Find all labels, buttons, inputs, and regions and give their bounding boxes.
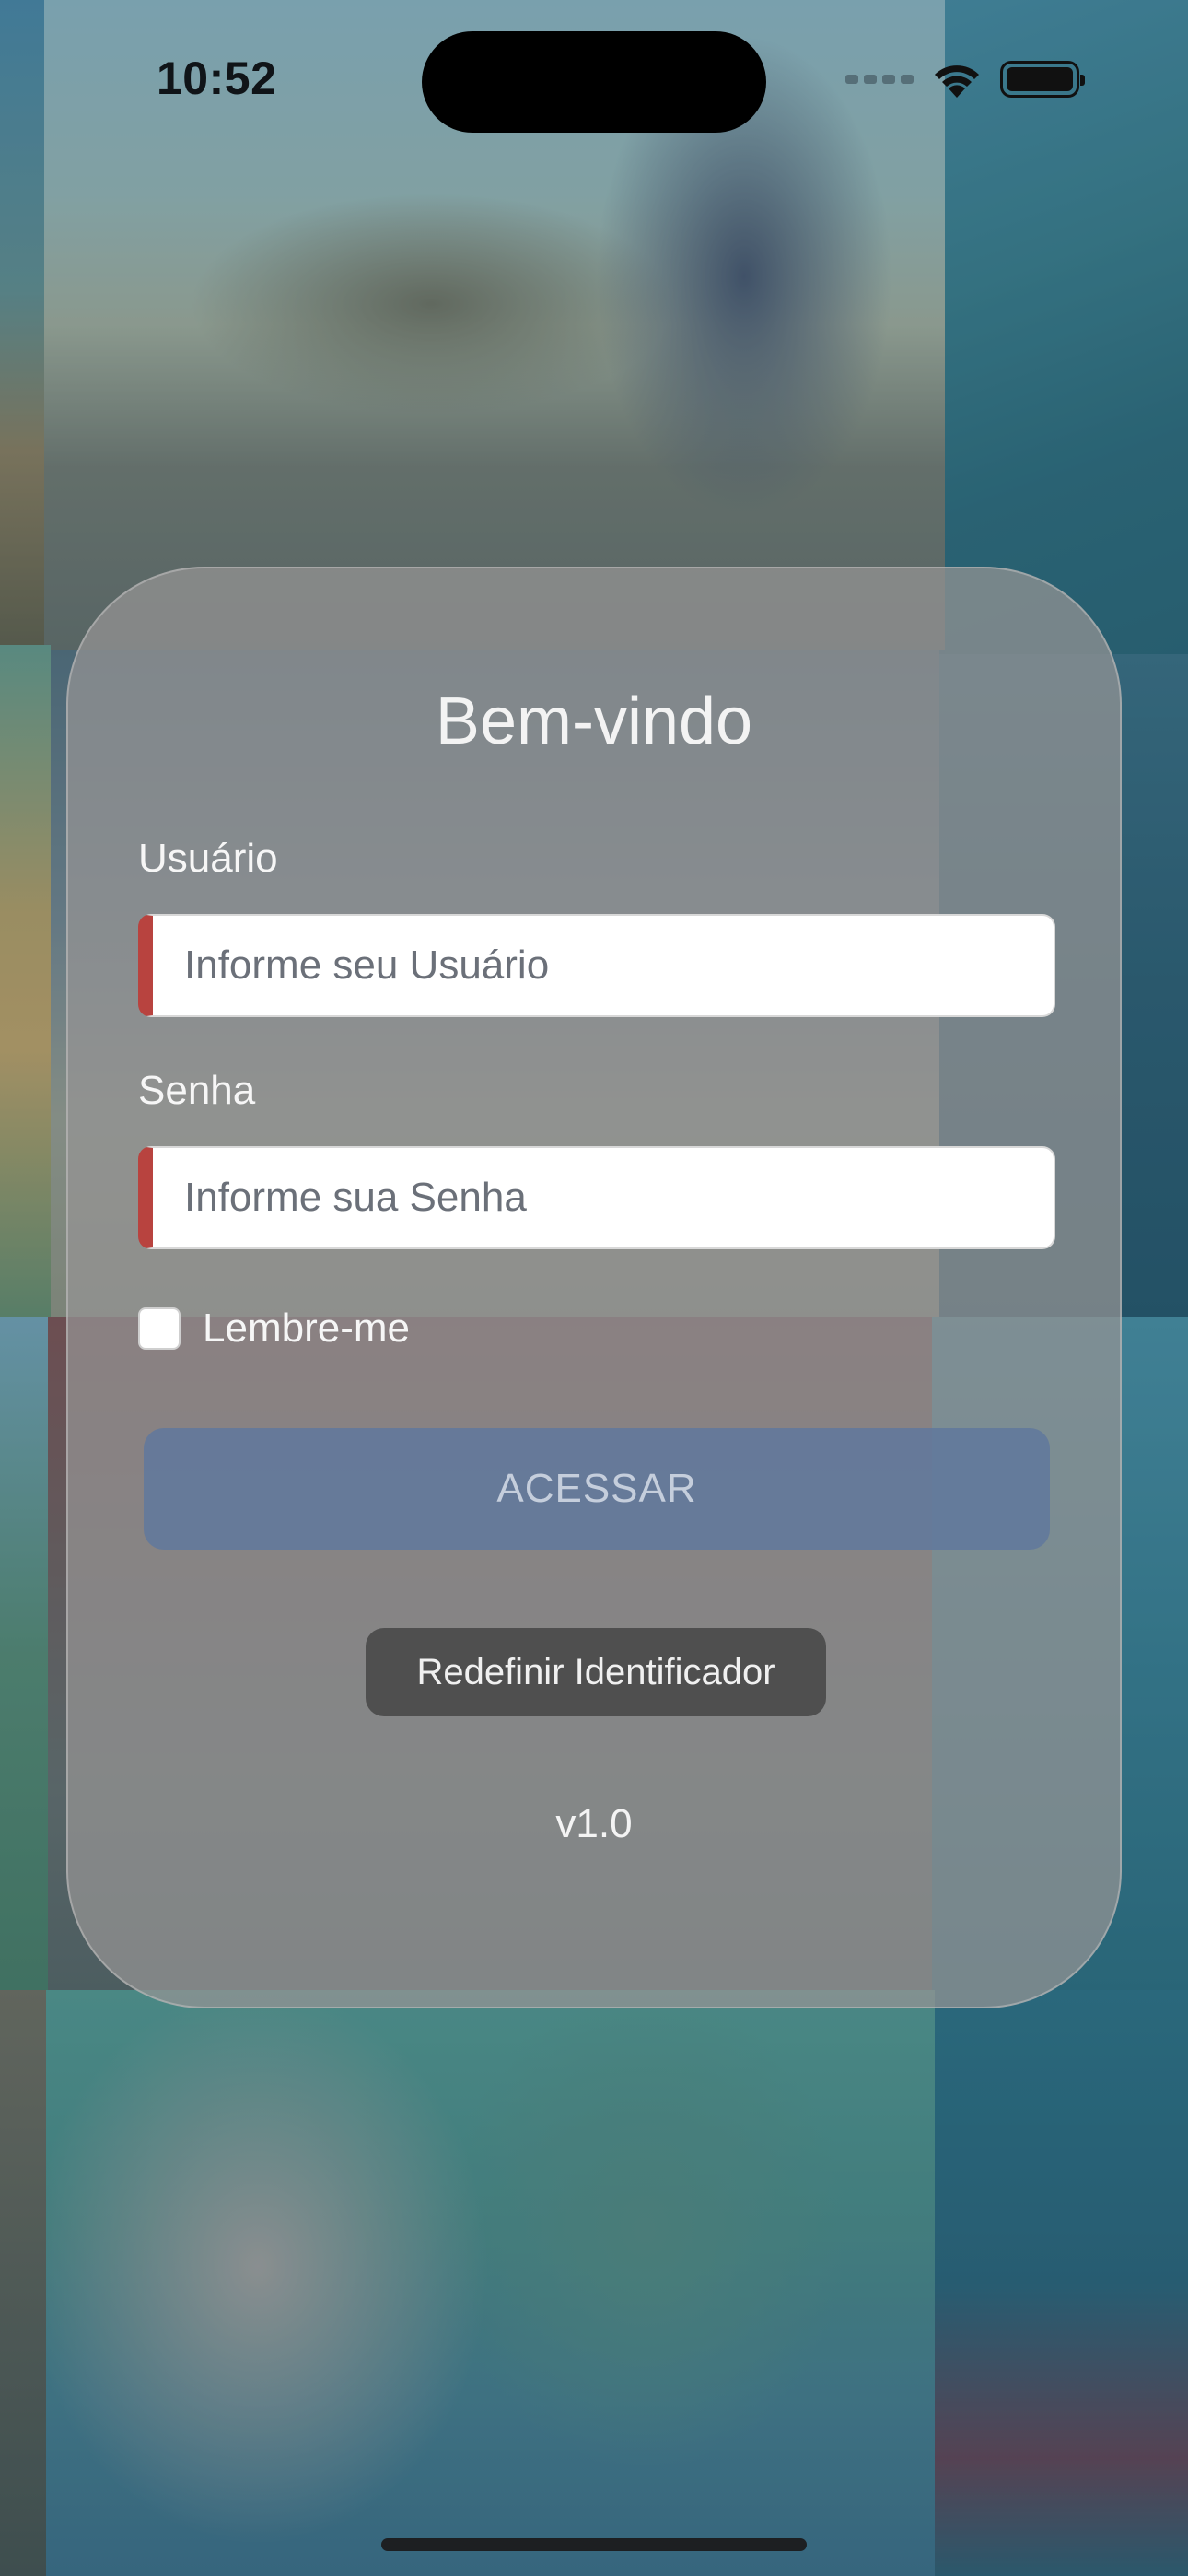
username-input[interactable] [138,914,1055,1017]
login-screen: 10:52 Bem-vindo Usuário Senha Lembre-me … [0,0,1188,2576]
battery-icon [1000,61,1085,98]
app-version: v1.0 [555,1801,633,1846]
status-icons [845,59,1085,100]
status-time: 10:52 [157,53,277,104]
home-indicator[interactable] [381,2538,807,2551]
wifi-icon [935,65,979,98]
remember-me-label: Lembre-me [203,1306,410,1351]
login-button[interactable]: ACESSAR [144,1428,1050,1550]
login-card: Bem-vindo Usuário Senha Lembre-me ACESSA… [66,567,1122,2008]
password-input[interactable] [138,1146,1055,1249]
dynamic-island [422,31,766,133]
password-label: Senha [138,1068,256,1113]
remember-me-checkbox[interactable] [138,1307,181,1350]
welcome-title: Bem-vindo [435,685,753,758]
reset-identifier-button[interactable]: Redefinir Identificador [366,1628,826,1716]
cellular-signal-icon [845,75,914,84]
remember-me-row[interactable]: Lembre-me [138,1306,410,1352]
username-label: Usuário [138,836,278,881]
